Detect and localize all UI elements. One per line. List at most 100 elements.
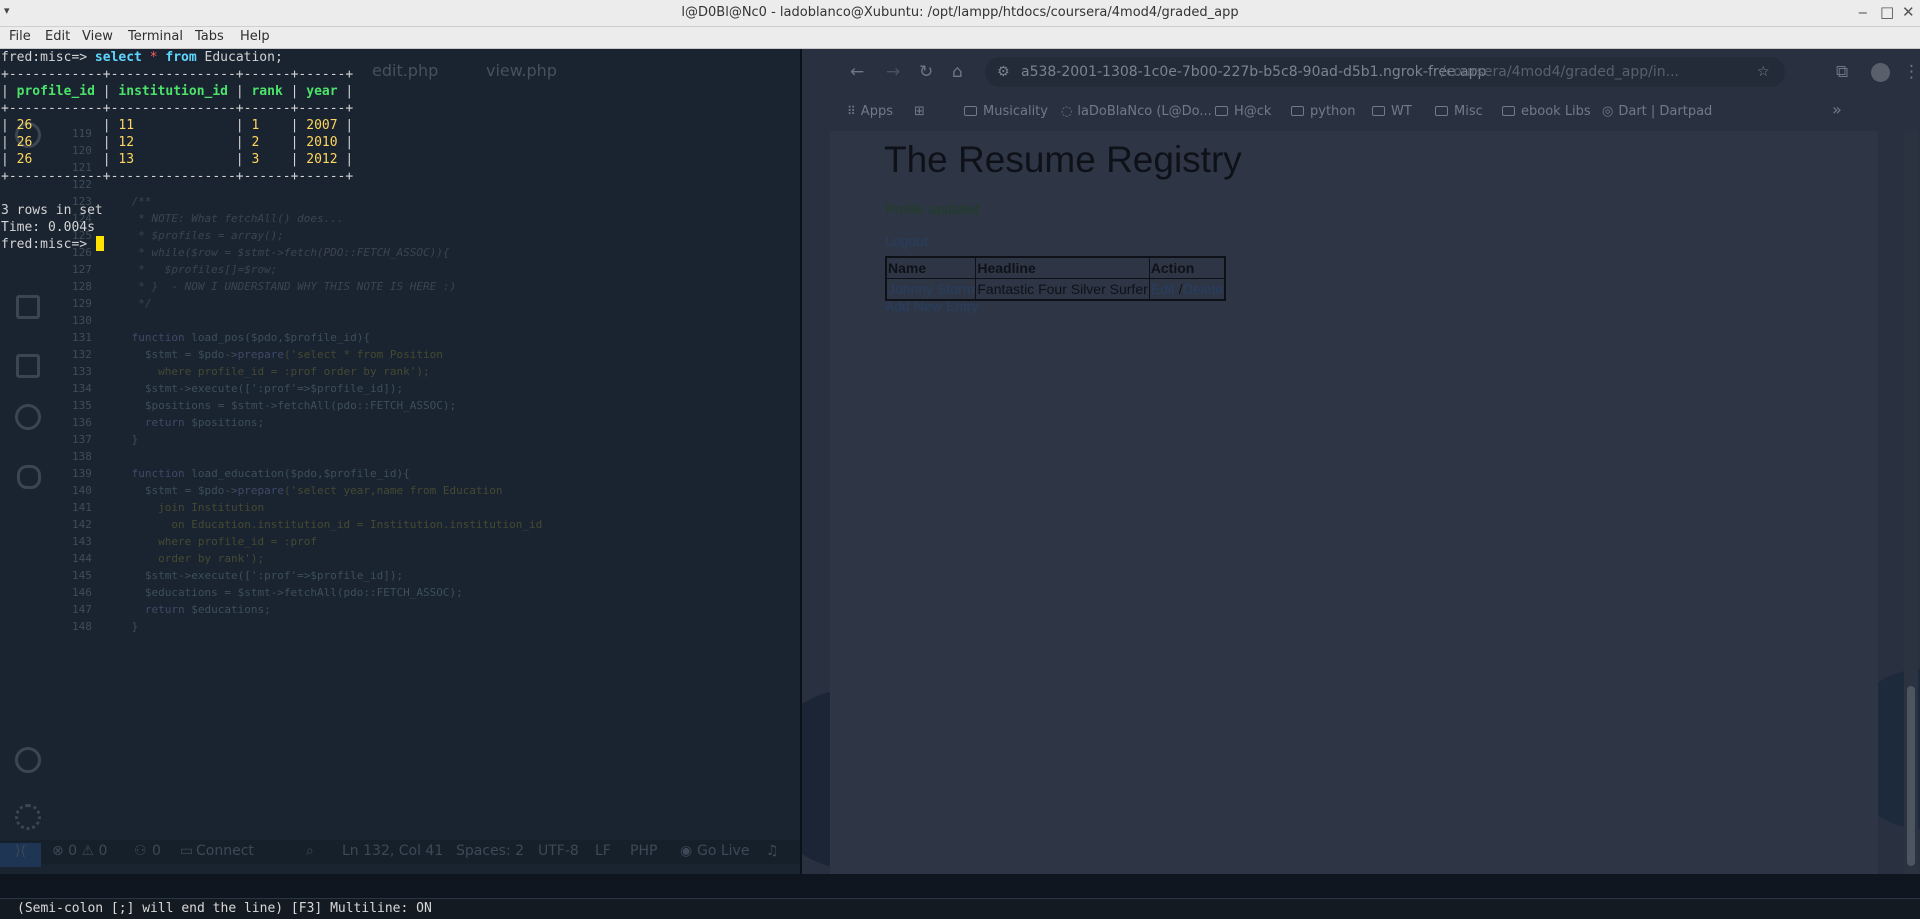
cell-year: 2012 — [306, 152, 338, 167]
menu-file[interactable]: File — [9, 29, 31, 44]
bookmark-ladoblanco[interactable]: ◌ laDoBlaNco (L@Do... — [1061, 104, 1212, 119]
menu-tabs[interactable]: Tabs — [195, 29, 224, 44]
logout-link[interactable]: Logout — [885, 233, 928, 249]
status-language[interactable]: PHP — [630, 843, 657, 859]
gitlens-icon — [15, 404, 41, 430]
status-zoom-icon[interactable]: ⌕ — [306, 843, 314, 859]
cell-rank: 3 — [251, 152, 260, 167]
page-viewport — [830, 131, 1878, 874]
bookmark-star-icon[interactable]: ☆ — [1757, 64, 1770, 80]
scrollbar-thumb[interactable] — [1907, 686, 1915, 866]
tab-view-php: view.php — [486, 61, 557, 80]
cell-institution-id: 12 — [118, 135, 135, 150]
forward-arrow-icon[interactable]: → — [886, 62, 900, 82]
result-row: | 26 | 11 | 1 | 2007 | — [1, 118, 354, 133]
sql-select-keyword: select — [94, 50, 142, 65]
bookmarks-overflow-chevron-icon[interactable]: » — [1832, 100, 1842, 119]
notification-bell-icon[interactable]: ♫ — [766, 843, 779, 859]
bookmark-misc[interactable]: Misc — [1435, 104, 1483, 119]
text-cursor — [95, 236, 104, 251]
close-button[interactable]: ✕ — [1902, 3, 1915, 21]
terminal-command-line: fred:misc=> select * from Education; — [1, 49, 283, 66]
status-golive-icon[interactable]: ◉ — [680, 843, 692, 859]
result-row: | 26 | 13 | 3 | 2012 | — [1, 152, 354, 167]
cell-rank: 1 — [251, 118, 260, 133]
extensions-icon — [16, 295, 40, 319]
menu-edit[interactable]: Edit — [45, 29, 70, 44]
rows-count-info: 3 rows in set — [1, 203, 103, 218]
status-position[interactable]: Ln 132, Col 41 — [342, 843, 443, 859]
bookmark-apps[interactable]: ⠿ Apps — [847, 104, 893, 119]
settings-gear-icon — [15, 804, 41, 830]
profile-name-link[interactable]: Johnny Storm — [888, 281, 974, 297]
cell-profile-id: 26 — [16, 118, 33, 133]
flash-message: Profile updated — [885, 201, 980, 217]
menu-help[interactable]: Help — [240, 29, 270, 44]
edit-link[interactable]: Edit — [1151, 281, 1175, 297]
result-border-bottom: +------------+----------------+------+--… — [1, 169, 354, 184]
table-row: Johnny Storm Fantastic Four Silver Surfe… — [885, 278, 1226, 301]
cell-institution-id: 13 — [118, 152, 135, 167]
status-encoding[interactable]: UTF-8 — [538, 843, 579, 859]
col-profile-id: profile_id — [16, 84, 95, 99]
status-golive[interactable]: Go Live — [697, 843, 749, 859]
tab-edit-php: edit.php — [372, 61, 439, 80]
col-action-header: Action — [1148, 256, 1226, 279]
result-row: | 26 | 12 | 2 | 2010 | — [1, 135, 354, 150]
sql-star: * — [149, 50, 158, 65]
cell-institution-id: 11 — [118, 118, 135, 133]
status-ports-icon[interactable]: ⚇ — [134, 843, 147, 859]
status-connect-icon[interactable]: ▭ — [180, 843, 193, 859]
terminal-pane[interactable]: edit.php view.php 119 120 121 122 123 /*… — [0, 49, 800, 874]
remote-indicator-icon[interactable]: ⟩⟨ — [0, 843, 41, 867]
add-new-entry-link[interactable]: Add New Entry — [885, 298, 978, 314]
maximize-button[interactable]: □ — [1880, 3, 1894, 21]
profile-avatar[interactable] — [1871, 63, 1890, 82]
terminal-input-line[interactable]: fred:misc=> — [1, 236, 104, 253]
bookmark-python[interactable]: python — [1291, 104, 1355, 119]
account-icon — [15, 747, 41, 773]
query-time-info: Time: 0.004s — [1, 220, 95, 235]
reload-icon[interactable]: ↻ — [919, 62, 933, 82]
status-ports[interactable]: 0 — [152, 843, 161, 859]
col-headline-header: Headline — [975, 256, 1150, 279]
minimize-button[interactable]: ‒ — [1858, 3, 1868, 21]
window-titlebar: ▾ l@D0Bl@Nc0 - ladoblanco@Xubuntu: /opt/… — [0, 0, 1920, 27]
profile-headline: Fantastic Four Silver Surfer — [975, 278, 1150, 301]
menu-terminal[interactable]: Terminal — [128, 29, 183, 44]
address-bar[interactable]: ⚙ a538-2001-1308-1c0e-7b00-227b-b5c8-90a… — [985, 57, 1785, 87]
extensions-puzzle-icon[interactable]: ⧉ — [1836, 62, 1848, 82]
apps-grid-icon[interactable]: ⊞ — [914, 104, 925, 119]
cell-profile-id: 26 — [16, 135, 33, 150]
url-host: a538-2001-1308-1c0e-7b00-227b-b5c8-90ad-… — [1021, 64, 1487, 80]
status-connect[interactable]: Connect — [196, 843, 254, 859]
col-institution-id: institution_id — [118, 84, 228, 99]
multiline-hint: (Semi-colon [;] will end the line) [F3] … — [17, 901, 432, 916]
bookmark-ebook-libs[interactable]: ebook Libs — [1502, 104, 1591, 119]
status-problems[interactable]: ⊗ 0 ⚠ 0 — [52, 843, 107, 859]
cell-profile-id: 26 — [16, 152, 33, 167]
status-spaces[interactable]: Spaces: 2 — [456, 843, 524, 859]
status-eol[interactable]: LF — [595, 843, 611, 859]
cell-year: 2007 — [306, 118, 338, 133]
col-rank: rank — [251, 84, 283, 99]
col-name-header: Name — [885, 256, 977, 279]
page-scrollbar[interactable] — [1904, 131, 1918, 874]
bookmark-dartpad[interactable]: ◎ Dart | Dartpad — [1602, 104, 1712, 119]
result-header-row: | profile_id | institution_id | rank | y… — [1, 84, 354, 99]
menu-view[interactable]: View — [82, 29, 113, 44]
bookmark-wt[interactable]: WT — [1372, 104, 1412, 119]
delete-link[interactable]: Delete — [1183, 281, 1223, 297]
bookmark-hack[interactable]: H@ck — [1215, 104, 1271, 119]
editor-status-bar: ⟩⟨ ⊗ 0 ⚠ 0 ⚇ 0 ▭ Connect ⌕ Ln 132, Col 4… — [0, 840, 800, 867]
terminal-bottom-toolbar: (Semi-colon [;] will end the line) [F3] … — [0, 898, 1920, 919]
url-path: /coursera/4mod4/graded_app/in... — [1441, 64, 1679, 80]
bookmark-musicality[interactable]: Musicality — [964, 104, 1048, 119]
page-title: The Resume Registry — [884, 139, 1242, 180]
terminal-menubar: File Edit View Terminal Tabs Help — [0, 27, 1920, 49]
browser-menu-icon[interactable]: ⋮ — [1903, 62, 1920, 82]
back-arrow-icon[interactable]: ← — [850, 62, 864, 82]
cell-rank: 2 — [251, 135, 260, 150]
home-icon[interactable]: ⌂ — [952, 62, 963, 82]
site-info-icon[interactable]: ⚙ — [997, 64, 1010, 80]
